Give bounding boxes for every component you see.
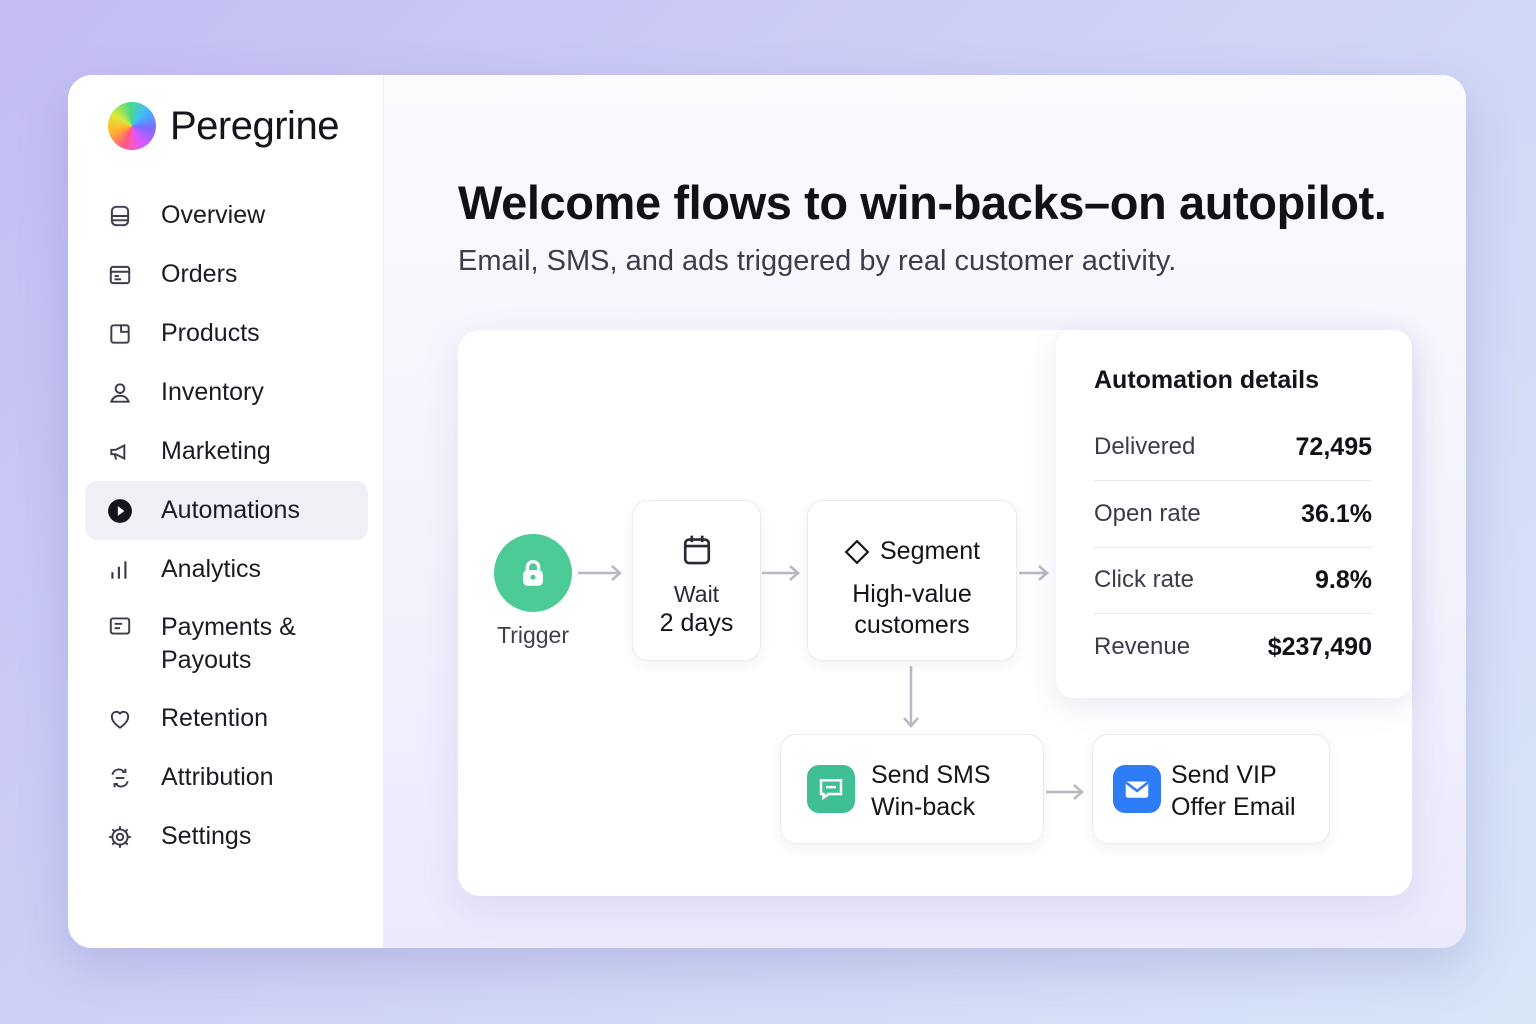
segment-line-1: High-value <box>852 580 972 608</box>
sidebar-item-label: Analytics <box>161 555 262 583</box>
metric-label: Delivered <box>1094 433 1196 460</box>
sidebar-item-label: Attribution <box>161 763 274 791</box>
metric-row-revenue: Revenue $237,490 <box>1094 614 1372 680</box>
metric-label: Click rate <box>1094 566 1195 593</box>
details-title: Automation details <box>1094 366 1320 394</box>
lock-icon <box>523 560 543 586</box>
automation-details-card: Automation details Delivered 72,495 Open… <box>1056 330 1412 698</box>
megaphone-icon <box>107 439 133 465</box>
gear-icon <box>107 824 133 850</box>
metric-row-click-rate: Click rate 9.8% <box>1094 547 1372 614</box>
send-email-line-1: Send VIP <box>1171 761 1277 789</box>
sidebar-item-analytics[interactable]: Analytics <box>85 540 368 599</box>
sidebar-item-settings[interactable]: Settings <box>85 807 368 866</box>
attribution-icon <box>107 765 133 791</box>
metric-label: Revenue <box>1094 633 1191 660</box>
diamond-icon <box>844 539 870 564</box>
sidebar-item-retention[interactable]: Retention <box>85 689 368 748</box>
sidebar-item-products[interactable]: Products <box>85 304 368 363</box>
page-title: Welcome flows to win-backs–on autopilot. <box>458 176 1387 229</box>
trigger-label: Trigger <box>497 622 569 648</box>
metric-value: 72,495 <box>1295 432 1372 461</box>
heart-icon <box>107 706 133 732</box>
segment-title: Segment <box>880 537 981 565</box>
segment-node[interactable]: Segment High-value customers <box>807 500 1017 661</box>
wait-node[interactable]: Wait 2 days <box>632 500 761 661</box>
sidebar-item-label: Payments & Payouts <box>161 613 296 674</box>
sidebar-item-attribution[interactable]: Attribution <box>85 748 368 807</box>
send-sms-node[interactable]: Send SMS Win-back <box>780 734 1044 844</box>
sidebar-item-payments-payouts[interactable]: Payments & Payouts <box>85 599 368 689</box>
sidebar-item-label: Retention <box>161 704 269 732</box>
segment-description: High-value customers <box>808 579 1016 641</box>
segment-line-2: customers <box>854 611 970 639</box>
arrow-right-icon <box>1046 784 1084 800</box>
brand[interactable]: Peregrine <box>108 102 339 150</box>
sidebar-item-label: Inventory <box>161 378 264 406</box>
wallet-icon <box>107 613 133 639</box>
sidebar-item-overview[interactable]: Overview <box>85 186 368 245</box>
product-icon <box>107 321 133 347</box>
metric-label: Open rate <box>1094 500 1201 527</box>
metric-row-open-rate: Open rate 36.1% <box>1094 481 1372 548</box>
sidebar-item-inventory[interactable]: Inventory <box>85 363 368 422</box>
sidebar-item-marketing[interactable]: Marketing <box>85 422 368 481</box>
metric-row-delivered: Delivered 72,495 <box>1094 414 1372 481</box>
wait-duration: 2 days <box>659 609 734 637</box>
arrow-down-icon <box>903 666 919 728</box>
database-icon <box>107 203 133 229</box>
send-email-node[interactable]: Send VIP Offer Email <box>1092 734 1330 844</box>
brand-name: Peregrine <box>170 103 339 148</box>
calendar-icon <box>683 535 711 565</box>
sidebar-nav: Overview Orders Products Inventory Marke… <box>85 186 368 866</box>
bar-chart-icon <box>107 557 133 583</box>
send-sms-label: Send SMS Win-back <box>871 759 991 823</box>
trigger-node[interactable] <box>494 534 572 612</box>
main-content: Welcome flows to win-backs–on autopilot.… <box>384 75 1466 948</box>
metric-value: 36.1% <box>1301 499 1372 528</box>
sidebar-item-label: Orders <box>161 260 238 288</box>
metric-value: 9.8% <box>1315 565 1372 594</box>
sidebar-item-label: Overview <box>161 201 266 229</box>
arrow-right-icon <box>762 565 800 581</box>
mail-icon <box>1113 765 1161 813</box>
play-circle-icon <box>107 498 133 524</box>
chat-icon <box>807 765 855 813</box>
sidebar-item-automations[interactable]: Automations <box>85 481 368 540</box>
app-window: Peregrine Overview Orders Products Inven… <box>68 75 1466 948</box>
send-sms-line-1: Send SMS <box>871 761 991 789</box>
send-sms-line-2: Win-back <box>871 793 976 821</box>
sidebar: Peregrine Overview Orders Products Inven… <box>68 75 384 948</box>
sidebar-item-orders[interactable]: Orders <box>85 245 368 304</box>
send-email-label: Send VIP Offer Email <box>1171 759 1296 823</box>
user-icon <box>107 380 133 406</box>
send-email-line-2: Offer Email <box>1171 793 1296 821</box>
arrow-right-icon <box>578 565 622 581</box>
sidebar-item-label: Automations <box>161 496 300 524</box>
sidebar-item-label: Settings <box>161 822 252 850</box>
receipt-icon <box>107 262 133 288</box>
arrow-right-icon <box>1019 565 1049 581</box>
sidebar-item-label: Marketing <box>161 437 271 465</box>
metric-value: $237,490 <box>1267 632 1372 661</box>
peregrine-logo-icon <box>108 102 156 150</box>
page-subtitle: Email, SMS, and ads triggered by real cu… <box>458 245 1177 277</box>
wait-label: Wait <box>673 581 720 607</box>
sidebar-item-label: Products <box>161 319 260 347</box>
